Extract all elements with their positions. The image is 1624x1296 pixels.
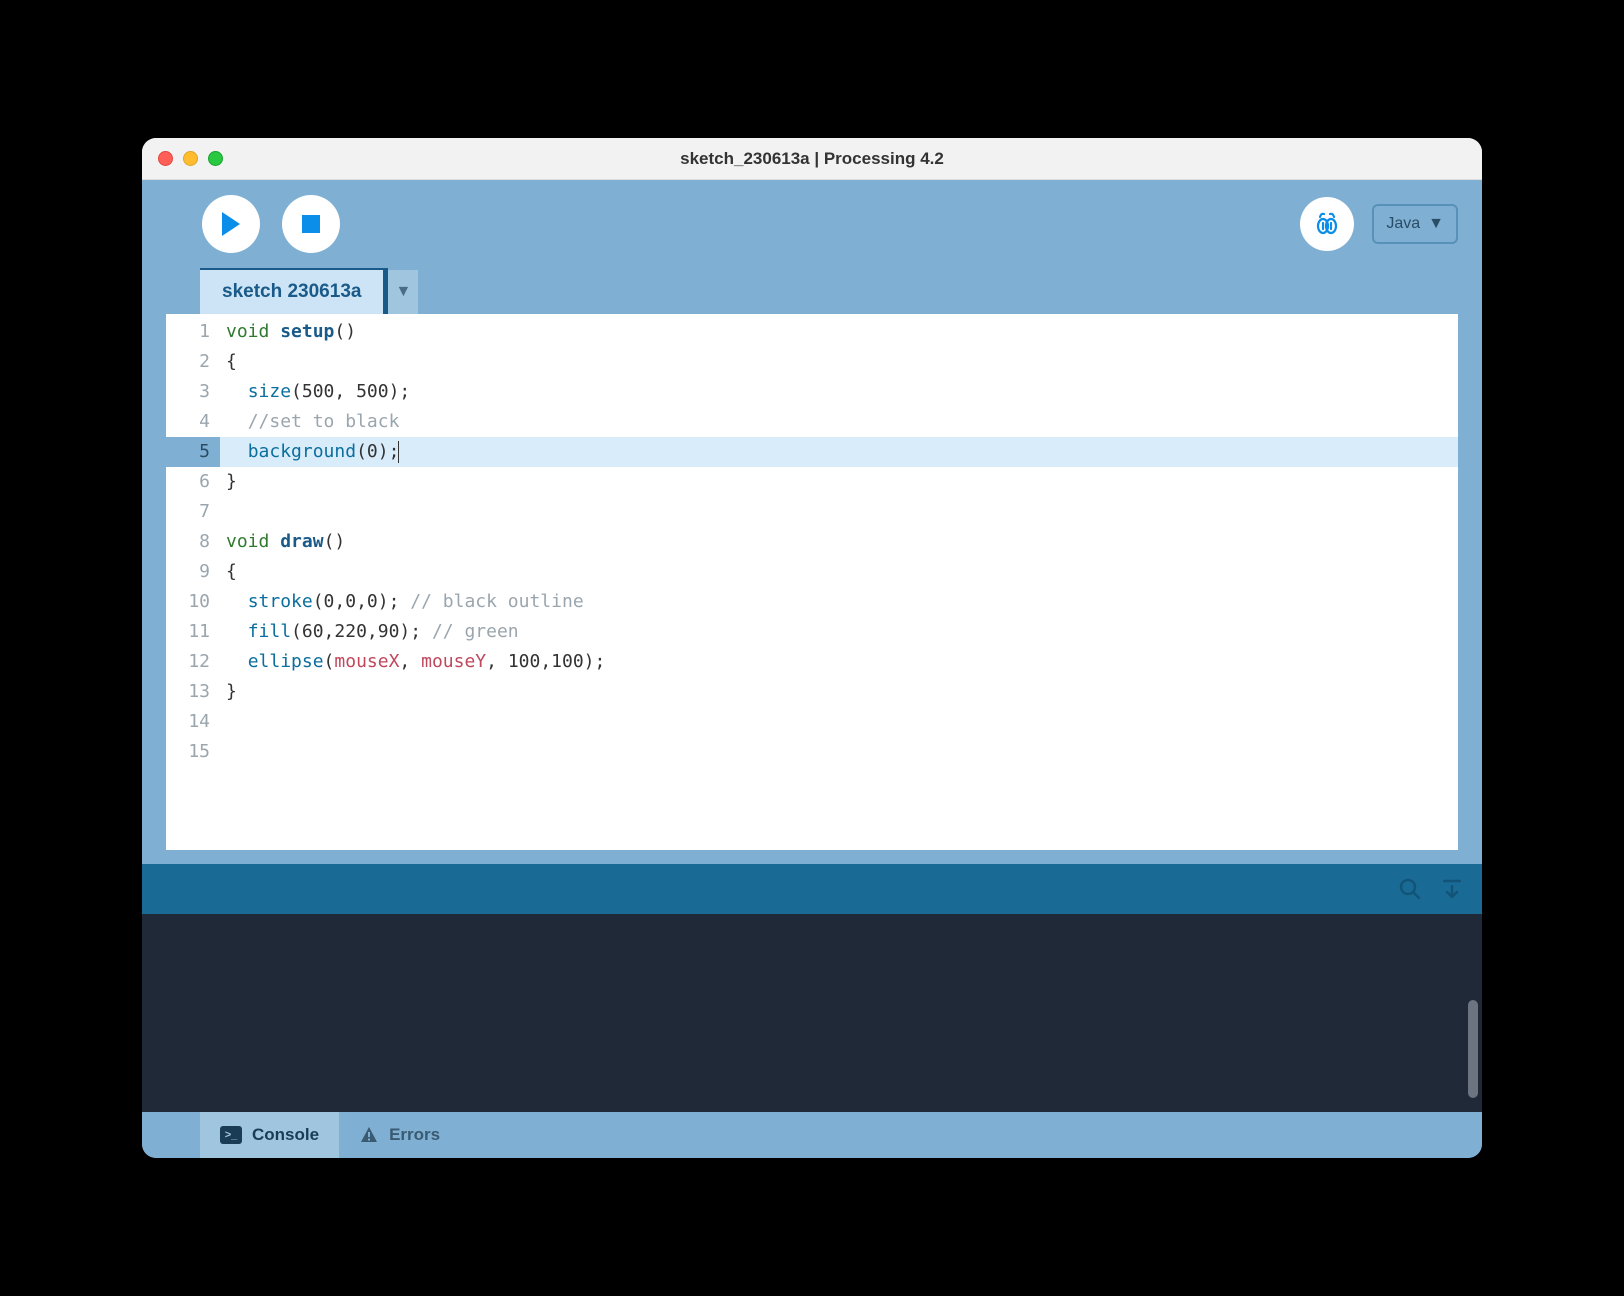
line-number: 10 xyxy=(166,587,220,617)
errors-tab-label: Errors xyxy=(389,1125,440,1145)
code-line[interactable]: { xyxy=(220,557,1458,587)
tab-label: sketch 230613a xyxy=(222,281,361,303)
code-line[interactable]: void draw() xyxy=(220,527,1458,557)
line-number: 5 xyxy=(166,437,220,467)
stop-button[interactable] xyxy=(282,195,340,253)
scrollbar-thumb[interactable] xyxy=(1468,1000,1478,1098)
sketch-tabbar: sketch 230613a ▼ xyxy=(142,268,1482,314)
app-window: sketch_230613a | Processing 4.2 xyxy=(142,138,1482,1158)
tab-menu-button[interactable]: ▼ xyxy=(388,268,418,314)
close-window-button[interactable] xyxy=(158,151,173,166)
debug-icon xyxy=(1312,209,1342,239)
code-editor[interactable]: 123456789101112131415 void setup(){ size… xyxy=(166,314,1458,850)
sketch-tab-active[interactable]: sketch 230613a xyxy=(200,268,388,314)
code-line[interactable]: void setup() xyxy=(220,317,1458,347)
code-line[interactable]: ellipse(mouseX, mouseY, 100,100); xyxy=(220,647,1458,677)
console-icon: >_ xyxy=(220,1126,242,1144)
search-icon[interactable] xyxy=(1398,877,1422,901)
minimize-window-button[interactable] xyxy=(183,151,198,166)
code-line[interactable]: size(500, 500); xyxy=(220,377,1458,407)
warning-icon xyxy=(359,1125,379,1145)
toolbar: Java ▼ xyxy=(142,180,1482,268)
line-number-gutter: 123456789101112131415 xyxy=(166,314,220,850)
line-number: 15 xyxy=(166,737,220,767)
collapse-icon[interactable] xyxy=(1440,877,1464,901)
code-line[interactable]: stroke(0,0,0); // black outline xyxy=(220,587,1458,617)
status-bar xyxy=(142,864,1482,914)
mode-selector[interactable]: Java ▼ xyxy=(1372,204,1458,244)
maximize-window-button[interactable] xyxy=(208,151,223,166)
line-number: 9 xyxy=(166,557,220,587)
code-line[interactable]: fill(60,220,90); // green xyxy=(220,617,1458,647)
code-line[interactable]: } xyxy=(220,677,1458,707)
line-number: 1 xyxy=(166,317,220,347)
play-icon xyxy=(220,211,242,237)
code-area[interactable]: void setup(){ size(500, 500); //set to b… xyxy=(220,314,1458,850)
chevron-down-icon: ▼ xyxy=(1428,215,1444,233)
mode-label: Java xyxy=(1386,215,1420,233)
line-number: 8 xyxy=(166,527,220,557)
debug-button[interactable] xyxy=(1300,197,1354,251)
line-number: 13 xyxy=(166,677,220,707)
code-line[interactable] xyxy=(220,497,1458,527)
line-number: 7 xyxy=(166,497,220,527)
editor-container: 123456789101112131415 void setup(){ size… xyxy=(142,314,1482,864)
line-number: 11 xyxy=(166,617,220,647)
stop-icon xyxy=(301,214,321,234)
line-number: 12 xyxy=(166,647,220,677)
line-number: 2 xyxy=(166,347,220,377)
window-title: sketch_230613a | Processing 4.2 xyxy=(142,149,1482,169)
line-number: 3 xyxy=(166,377,220,407)
titlebar: sketch_230613a | Processing 4.2 xyxy=(142,138,1482,180)
code-line[interactable]: } xyxy=(220,467,1458,497)
line-number: 14 xyxy=(166,707,220,737)
console-tab[interactable]: >_ Console xyxy=(200,1112,339,1158)
run-button[interactable] xyxy=(202,195,260,253)
text-cursor xyxy=(398,441,399,463)
line-number: 6 xyxy=(166,467,220,497)
code-line[interactable]: background(0); xyxy=(220,437,1458,467)
code-line[interactable] xyxy=(220,737,1458,767)
traffic-lights xyxy=(158,151,223,166)
chevron-down-icon: ▼ xyxy=(396,283,412,301)
code-line[interactable] xyxy=(220,707,1458,737)
bottom-tabbar: >_ Console Errors xyxy=(142,1112,1482,1158)
errors-tab[interactable]: Errors xyxy=(339,1112,460,1158)
console-output[interactable] xyxy=(142,914,1482,1112)
code-line[interactable]: { xyxy=(220,347,1458,377)
console-tab-label: Console xyxy=(252,1125,319,1145)
code-line[interactable]: //set to black xyxy=(220,407,1458,437)
line-number: 4 xyxy=(166,407,220,437)
